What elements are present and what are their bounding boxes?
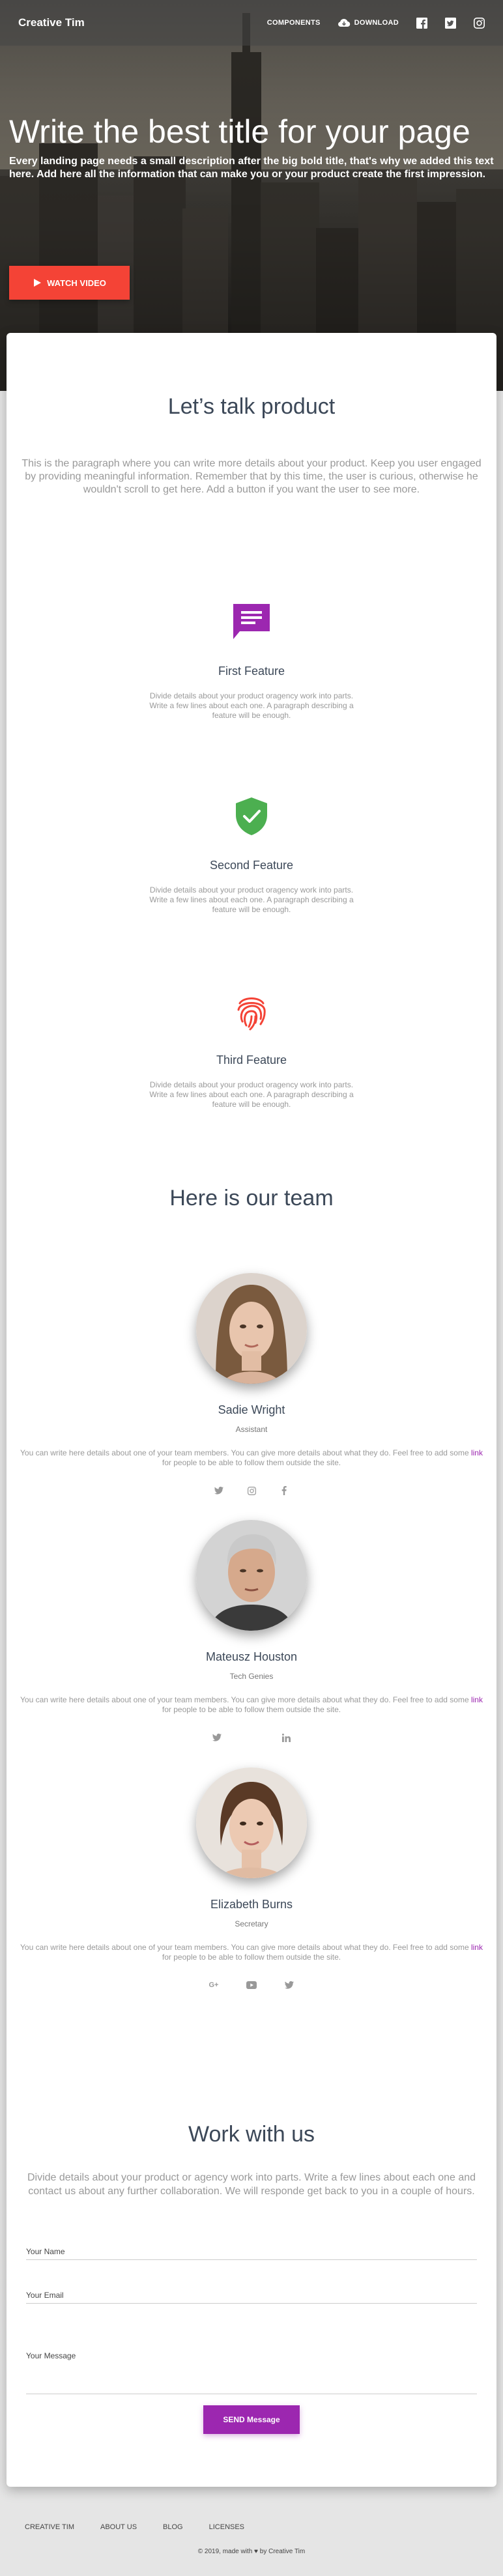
member-description-text: for people to be able to follow them out… [162, 1953, 341, 1962]
message-label: Your Message [26, 2351, 76, 2360]
feature-description: Divide details about your product oragen… [149, 1080, 354, 1109]
send-message-button[interactable]: SEND Message [203, 2405, 300, 2434]
twitter-icon[interactable] [211, 1732, 223, 1743]
member-description-text: for people to be able to follow them out… [162, 1458, 341, 1467]
avatar [196, 1273, 307, 1384]
components-link[interactable]: COMPONENTS [267, 19, 321, 27]
feature-second: Second Feature Divide details about your… [7, 795, 496, 915]
email-field[interactable]: Your Email [26, 2285, 477, 2304]
footer: CREATIVE TIM ABOUT US BLOG LICENSES © 20… [0, 2508, 503, 2576]
copyright: © 2019, made with ♥ by Creative Tim [197, 2548, 306, 2555]
nav-links: COMPONENTS DOWNLOAD [267, 17, 485, 29]
hero-section: Write the best title for your page Every… [0, 0, 503, 391]
avatar [196, 1520, 307, 1631]
instagram-icon[interactable] [246, 1485, 257, 1496]
contact-description: Divide details about your product or age… [27, 2172, 476, 2197]
feature-description: Divide details about your product oragen… [149, 691, 354, 720]
feature-name: Third Feature [216, 1053, 287, 1066]
google-plus-icon[interactable]: G+ [208, 1979, 220, 1991]
download-label: DOWNLOAD [354, 19, 399, 27]
member-role: Secretary [235, 1919, 268, 1928]
footer-link-blog[interactable]: BLOG [163, 2523, 183, 2531]
play-icon [34, 279, 42, 287]
member-socials [7, 1732, 496, 1743]
hero-description: Every landing page needs a small descrip… [9, 156, 494, 180]
member-description-text: You can write here details about one of … [20, 1695, 471, 1704]
member-description-text: You can write here details about one of … [20, 1448, 471, 1457]
member-description-text: for people to be able to follow them out… [162, 1705, 341, 1714]
feature-first: First Feature Divide details about your … [7, 601, 496, 721]
contact-title: Work with us [188, 2122, 315, 2147]
team-member: Mateusz Houston Tech Genies You can writ… [7, 1520, 496, 1743]
member-description: You can write here details about one of … [17, 1695, 486, 1715]
shield-check-icon [236, 797, 267, 835]
team-member: Sadie Wright Assistant You can write her… [7, 1273, 496, 1496]
navbar: Creative Tim COMPONENTS DOWNLOAD [0, 0, 503, 46]
team-title: Here is our team [169, 1186, 334, 1210]
cloud-download-icon [338, 18, 350, 27]
footer-link-creative-tim[interactable]: CREATIVE TIM [25, 2523, 74, 2531]
fingerprint-icon [237, 997, 266, 1031]
linkedin-icon[interactable] [280, 1732, 292, 1743]
member-name: Sadie Wright [218, 1403, 285, 1416]
email-label: Your Email [26, 2291, 64, 2300]
product-title: Let’s talk product [167, 394, 336, 419]
feature-description: Divide details about your product oragen… [149, 885, 354, 914]
footer-links: CREATIVE TIM ABOUT US BLOG LICENSES [25, 2523, 244, 2531]
footer-link-about-us[interactable]: ABOUT US [100, 2523, 137, 2531]
watch-video-label: WATCH VIDEO [47, 278, 106, 288]
member-socials: G+ [7, 1979, 496, 1991]
download-link[interactable]: DOWNLOAD [338, 18, 399, 27]
member-role: Assistant [235, 1425, 268, 1434]
feature-name: Second Feature [209, 859, 294, 872]
member-socials [7, 1485, 496, 1496]
member-description: You can write here details about one of … [17, 1943, 486, 1962]
facebook-icon[interactable] [278, 1485, 290, 1496]
components-label: COMPONENTS [266, 19, 321, 27]
member-description: You can write here details about one of … [17, 1448, 486, 1468]
feature-third: Third Feature Divide details about your … [7, 990, 496, 1109]
twitter-icon[interactable] [283, 1979, 295, 1991]
brand-logo[interactable]: Creative Tim [18, 16, 85, 29]
watch-video-button[interactable]: WATCH VIDEO [9, 266, 130, 300]
facebook-icon[interactable] [416, 17, 427, 29]
avatar [196, 1767, 307, 1878]
hero-title: Write the best title for your page [9, 113, 470, 150]
youtube-icon[interactable] [246, 1979, 257, 1991]
member-role: Tech Genies [229, 1672, 274, 1681]
feature-name: First Feature [218, 665, 285, 678]
member-link[interactable]: link [471, 1943, 483, 1952]
hero-overlay [0, 0, 503, 391]
footer-link-licenses[interactable]: LICENSES [209, 2523, 244, 2531]
twitter-icon[interactable] [444, 17, 456, 29]
member-name: Elizabeth Burns [210, 1898, 293, 1911]
main-card: Let’s talk product This is the paragraph… [7, 333, 496, 2487]
member-description-text: You can write here details about one of … [20, 1943, 471, 1952]
hero-content: Write the best title for your page Every… [9, 112, 503, 181]
instagram-icon[interactable] [473, 17, 485, 29]
member-link[interactable]: link [471, 1695, 483, 1704]
message-field[interactable]: Your Message [26, 2346, 477, 2394]
twitter-icon[interactable] [213, 1485, 225, 1496]
name-label: Your Name [26, 2247, 65, 2256]
member-link[interactable]: link [471, 1448, 483, 1457]
product-description: This is the paragraph where you can writ… [22, 458, 481, 495]
chat-icon [233, 604, 270, 639]
member-name: Mateusz Houston [205, 1650, 298, 1663]
team-member: Elizabeth Burns Secretary You can write … [7, 1767, 496, 1991]
name-field[interactable]: Your Name [26, 2242, 477, 2260]
